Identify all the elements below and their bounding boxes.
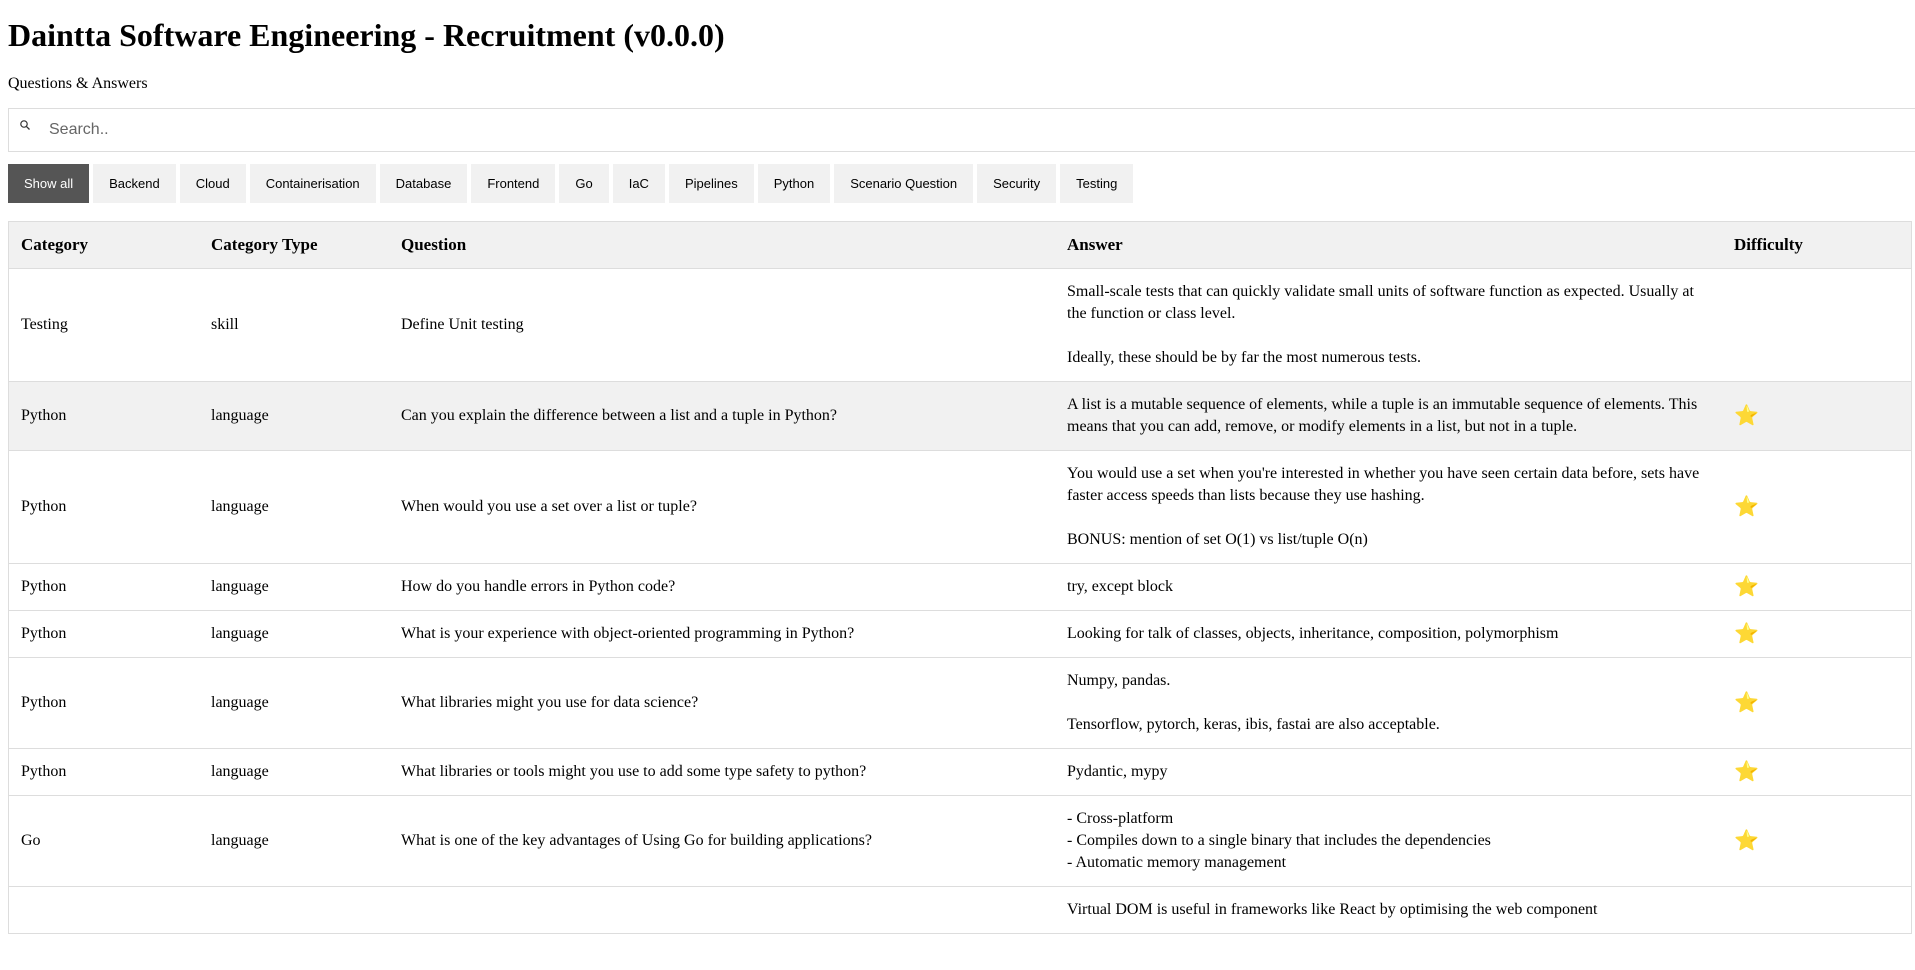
cell-category-type: skill <box>199 268 389 382</box>
cell-answer: Looking for talk of classes, objects, in… <box>1055 610 1722 658</box>
difficulty-star-icon: ⭐ <box>1722 563 1912 611</box>
cell-category: Python <box>8 610 199 658</box>
cell-category: Python <box>8 748 199 796</box>
cell-question: When would you use a set over a list or … <box>389 450 1055 564</box>
cell-question: Define Unit testing <box>389 268 1055 382</box>
table-row: Python language What is your experience … <box>8 610 1912 658</box>
filter-database-button[interactable]: Database <box>379 164 468 203</box>
header-category-type: Category Type <box>199 221 389 269</box>
header-answer: Answer <box>1055 221 1722 269</box>
cell-category: Python <box>8 450 199 564</box>
cell-question: What is one of the key advantages of Usi… <box>389 795 1055 887</box>
difficulty-star-icon <box>1722 268 1912 382</box>
filter-iac-button[interactable]: IaC <box>612 164 665 203</box>
header-question: Question <box>389 221 1055 269</box>
filter-security-button[interactable]: Security <box>977 164 1057 203</box>
cell-category: Python <box>8 657 199 749</box>
page-title: Daintta Software Engineering - Recruitme… <box>8 17 725 53</box>
cell-category-type: language <box>199 657 389 749</box>
category-filter-bar: Show all Backend Cloud Containerisation … <box>8 164 1915 203</box>
filter-pipelines-button[interactable]: Pipelines <box>668 164 754 203</box>
search-input[interactable] <box>9 109 1915 151</box>
cell-question: What libraries might you use for data sc… <box>389 657 1055 749</box>
header-difficulty: Difficulty <box>1722 221 1912 269</box>
filter-frontend-button[interactable]: Frontend <box>471 164 556 203</box>
header-category: Category <box>8 221 199 269</box>
cell-category: Go <box>8 795 199 887</box>
cell-answer: You would use a set when you're interest… <box>1055 450 1722 564</box>
cell-question: Can you explain the difference between a… <box>389 381 1055 451</box>
page-subtitle: Questions & Answers <box>8 75 148 92</box>
cell-answer: Numpy, pandas. Tensorflow, pytorch, kera… <box>1055 657 1722 749</box>
table-row: Go language What is one of the key advan… <box>8 795 1912 887</box>
filter-go-button[interactable]: Go <box>559 164 609 203</box>
filter-containerisation-button[interactable]: Containerisation <box>249 164 376 203</box>
filter-show-all-button[interactable]: Show all <box>8 164 90 203</box>
filter-testing-button[interactable]: Testing <box>1060 164 1134 203</box>
cell-question: How do you handle errors in Python code? <box>389 563 1055 611</box>
table-header-row: Category Category Type Question Answer D… <box>8 221 1912 269</box>
cell-category-type: language <box>199 748 389 796</box>
difficulty-star-icon: ⭐ <box>1722 381 1912 451</box>
difficulty-star-icon: ⭐ <box>1722 450 1912 564</box>
cell-answer: Pydantic, mypy <box>1055 748 1722 796</box>
table-row: Python language When would you use a set… <box>8 450 1912 564</box>
filter-python-button[interactable]: Python <box>757 164 831 203</box>
cell-answer: Virtual DOM is useful in frameworks like… <box>1055 886 1722 934</box>
table-row: Virtual DOM is useful in frameworks like… <box>8 886 1912 934</box>
page: Daintta Software Engineering - Recruitme… <box>0 16 1915 934</box>
filter-cloud-button[interactable]: Cloud <box>179 164 246 203</box>
cell-category-type: language <box>199 795 389 887</box>
cell-category-type: language <box>199 381 389 451</box>
filter-backend-button[interactable]: Backend <box>93 164 176 203</box>
difficulty-star-icon <box>1722 886 1912 934</box>
difficulty-star-icon: ⭐ <box>1722 795 1912 887</box>
difficulty-star-icon: ⭐ <box>1722 748 1912 796</box>
search-box <box>8 108 1915 152</box>
cell-question: What is your experience with object-orie… <box>389 610 1055 658</box>
table-row: Python language How do you handle errors… <box>8 563 1912 611</box>
difficulty-star-icon: ⭐ <box>1722 657 1912 749</box>
cell-question: What libraries or tools might you use to… <box>389 748 1055 796</box>
cell-category: Testing <box>8 268 199 382</box>
cell-answer: - Cross-platform - Compiles down to a si… <box>1055 795 1722 887</box>
table-row: Python language Can you explain the diff… <box>8 381 1912 451</box>
cell-answer: A list is a mutable sequence of elements… <box>1055 381 1722 451</box>
cell-category <box>8 886 199 934</box>
cell-answer: try, except block <box>1055 563 1722 611</box>
cell-category-type: language <box>199 563 389 611</box>
filter-scenario-question-button[interactable]: Scenario Question <box>834 164 974 203</box>
table-row: Python language What libraries or tools … <box>8 748 1912 796</box>
cell-category-type <box>199 886 389 934</box>
cell-category: Python <box>8 563 199 611</box>
cell-category-type: language <box>199 610 389 658</box>
qa-table: Category Category Type Question Answer D… <box>8 221 1912 934</box>
cell-question <box>389 886 1055 934</box>
cell-answer: Small-scale tests that can quickly valid… <box>1055 268 1722 382</box>
difficulty-star-icon: ⭐ <box>1722 610 1912 658</box>
table-row: Python language What libraries might you… <box>8 657 1912 749</box>
cell-category-type: language <box>199 450 389 564</box>
table-row: Testing skill Define Unit testing Small-… <box>8 268 1912 382</box>
cell-category: Python <box>8 381 199 451</box>
